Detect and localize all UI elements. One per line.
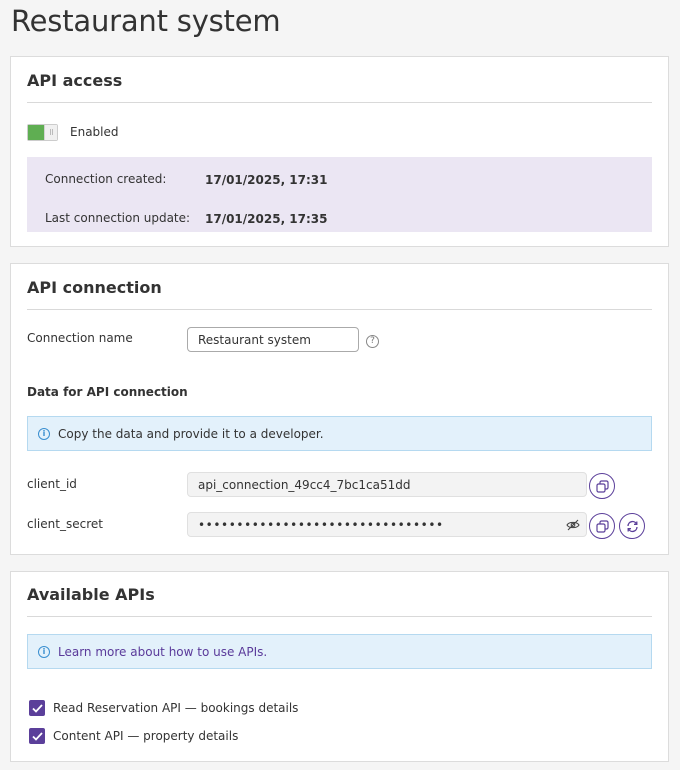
last-update-value: 17/01/2025, 17:35 <box>205 212 328 226</box>
api-access-card: API access Enabled Connection created: 1… <box>10 56 669 247</box>
client-id-field[interactable]: api_connection_49cc4_7bc1ca51dd <box>187 472 587 497</box>
client-id-value: api_connection_49cc4_7bc1ca51dd <box>198 477 411 492</box>
api-connection-card: API connection Connection name ? Data fo… <box>10 263 669 555</box>
api-connection-title: API connection <box>27 278 162 297</box>
eye-off-icon[interactable] <box>566 518 580 532</box>
client-secret-value: •••••••••••••••••••••••••••••••• <box>198 517 444 532</box>
copy-icon <box>595 519 609 533</box>
api-option-reservation[interactable]: Read Reservation API — bookings details <box>29 700 298 716</box>
info-icon: i <box>38 427 50 440</box>
page-title: Restaurant system <box>11 4 281 38</box>
reservation-api-label: Read Reservation API — bookings details <box>53 701 299 715</box>
divider <box>27 616 652 617</box>
content-api-checkbox[interactable] <box>29 728 45 744</box>
api-option-content[interactable]: Content API — property details <box>29 728 238 744</box>
connection-info: Connection created: 17/01/2025, 17:31 La… <box>27 157 652 232</box>
api-data-heading: Data for API connection <box>27 385 188 399</box>
copy-data-note-text: Copy the data and provide it to a develo… <box>58 426 324 441</box>
reservation-api-checkbox[interactable] <box>29 700 45 716</box>
divider <box>27 309 652 310</box>
check-icon <box>31 703 43 713</box>
client-id-label: client_id <box>27 477 77 491</box>
api-access-toggle[interactable] <box>27 124 58 141</box>
toggle-on-fill <box>28 125 44 140</box>
regenerate-secret-button[interactable] <box>619 513 645 539</box>
client-secret-field[interactable]: •••••••••••••••••••••••••••••••• <box>187 512 587 537</box>
refresh-icon <box>626 520 638 532</box>
client-secret-label: client_secret <box>27 517 103 531</box>
copy-client-id-button[interactable] <box>589 473 615 499</box>
copy-icon <box>595 479 609 493</box>
content-api-label: Content API — property details <box>53 729 239 743</box>
available-apis-title: Available APIs <box>27 585 155 604</box>
connection-created-value: 17/01/2025, 17:31 <box>205 173 328 187</box>
divider <box>27 102 652 103</box>
copy-client-secret-button[interactable] <box>589 513 615 539</box>
check-icon <box>31 731 43 741</box>
toggle-label: Enabled <box>70 125 119 139</box>
connection-name-input[interactable] <box>187 327 359 352</box>
info-icon: i <box>38 645 50 658</box>
connection-name-label: Connection name <box>27 331 133 345</box>
learn-more-note: i Learn more about how to use APIs. <box>27 634 652 669</box>
help-icon[interactable]: ? <box>366 335 379 348</box>
learn-more-link[interactable]: Learn more about how to use APIs. <box>58 645 267 659</box>
available-apis-card: Available APIs i Learn more about how to… <box>10 571 669 762</box>
api-access-title: API access <box>27 71 123 90</box>
connection-created-label: Connection created: <box>45 172 167 186</box>
toggle-knob <box>44 125 57 140</box>
copy-data-note: i Copy the data and provide it to a deve… <box>27 416 652 451</box>
last-update-label: Last connection update: <box>45 211 191 225</box>
